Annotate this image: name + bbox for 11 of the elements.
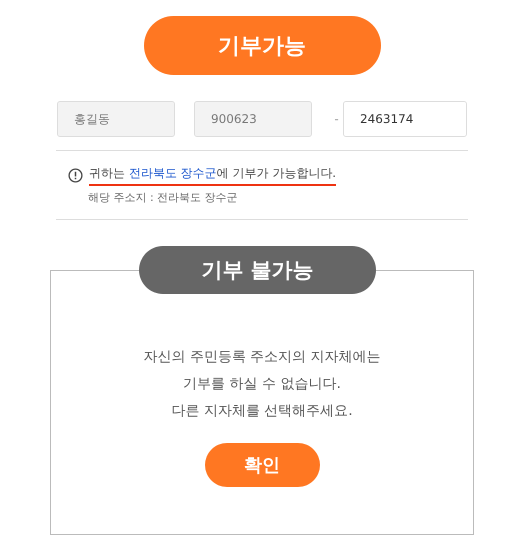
- address-text: 해당 주소지 : 전라북도 장수군: [88, 190, 239, 205]
- input-field[interactable]: 2463174: [343, 101, 467, 137]
- separator-text: -: [333, 112, 340, 126]
- notice-text: 귀하는 전라북도 장수군에 기부가 가능합니다.: [89, 165, 336, 186]
- message-text: 자신의 주민등록 주소지의 지자체에는: [143, 348, 381, 367]
- exclamation-icon: [68, 168, 83, 183]
- confirm-button[interactable]: 확인: [204, 443, 320, 487]
- message-text: 다른 지자체를 선택해주세요.: [171, 402, 353, 421]
- donation-available-button[interactable]: 기부가능: [144, 16, 380, 75]
- dialog-title: 기부 불가능: [139, 246, 376, 294]
- message-text: 기부를 하실 수 없습니다.: [183, 375, 341, 394]
